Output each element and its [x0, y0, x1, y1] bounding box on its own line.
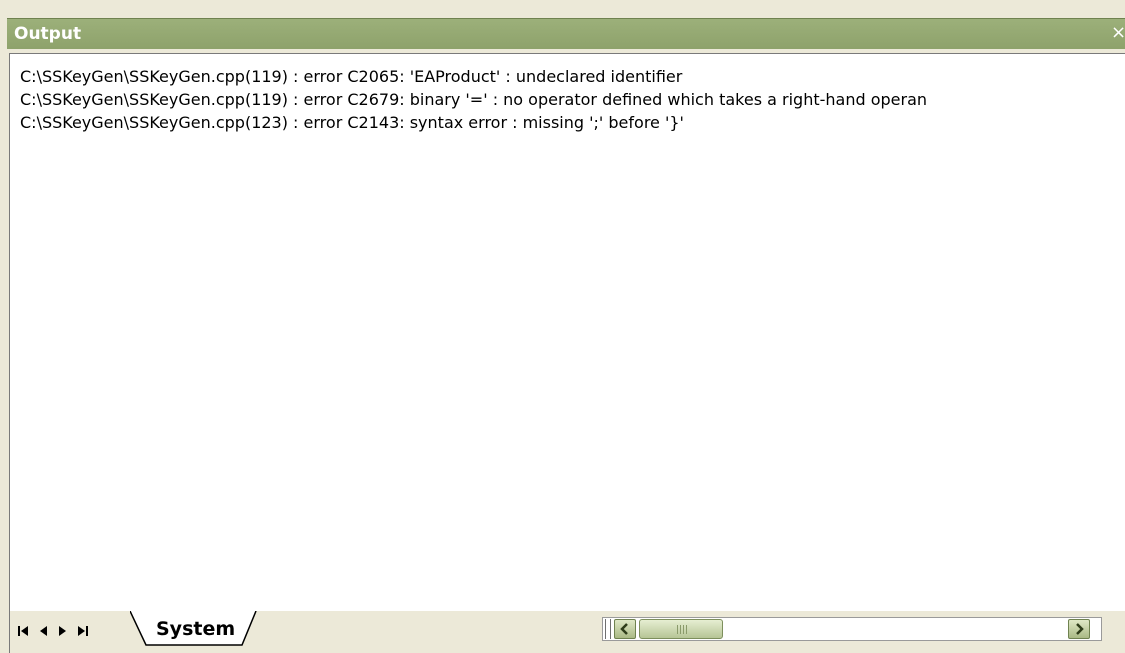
horizontal-scrollbar[interactable] — [602, 617, 1102, 641]
next-page-icon[interactable] — [56, 623, 70, 639]
output-line[interactable]: C:\SSKeyGen\SSKeyGen.cpp(119) : error C2… — [20, 65, 1120, 88]
scrollbar-splitter[interactable] — [605, 619, 611, 639]
output-panel: Output × C:\SSKeyGen\SSKeyGen.cpp(119) :… — [7, 0, 1125, 653]
chevron-left-icon — [620, 623, 628, 635]
first-page-icon[interactable] — [16, 623, 30, 639]
output-text-area[interactable]: C:\SSKeyGen\SSKeyGen.cpp(119) : error C2… — [9, 53, 1125, 611]
output-log: C:\SSKeyGen\SSKeyGen.cpp(119) : error C2… — [20, 65, 1120, 134]
grip-icon — [677, 625, 687, 634]
scroll-left-button[interactable] — [614, 619, 636, 639]
output-line[interactable]: C:\SSKeyGen\SSKeyGen.cpp(123) : error C2… — [20, 111, 1120, 134]
scroll-right-button[interactable] — [1068, 619, 1090, 639]
output-line[interactable]: C:\SSKeyGen\SSKeyGen.cpp(119) : error C2… — [20, 88, 1120, 111]
tab-bar: System — [9, 611, 1125, 653]
chevron-right-icon — [1076, 623, 1084, 635]
tab-label: System — [156, 618, 236, 640]
panel-title: Output — [14, 24, 82, 44]
scroll-thumb[interactable] — [639, 619, 723, 639]
prev-page-icon[interactable] — [36, 623, 50, 639]
output-titlebar: Output × — [7, 18, 1125, 49]
tab-navigation — [16, 623, 90, 639]
tab-system[interactable]: System — [130, 611, 260, 647]
last-page-icon[interactable] — [76, 623, 90, 639]
close-icon[interactable]: × — [1111, 22, 1125, 44]
